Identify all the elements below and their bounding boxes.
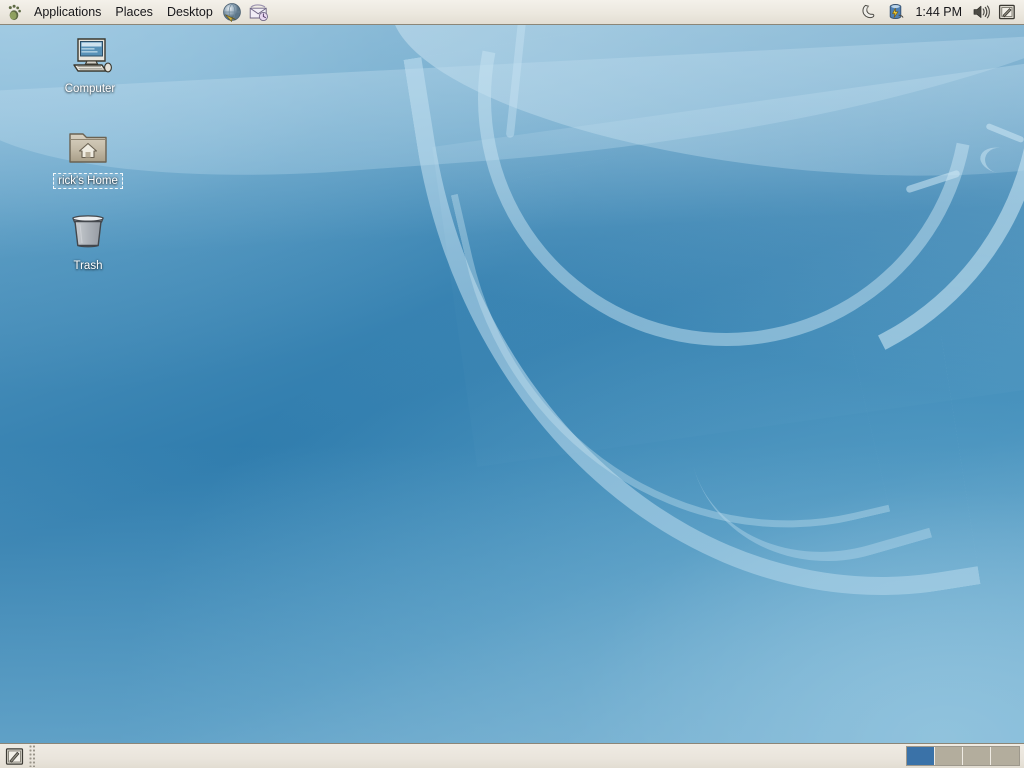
desktop-icon-computer-label: Computer: [64, 83, 116, 95]
top-panel-right-section: 1:44 PM: [857, 0, 1024, 24]
email-icon[interactable]: [247, 1, 271, 24]
top-panel-left-section: Applications Places Desktop: [0, 0, 272, 24]
show-desktop-button[interactable]: [2, 744, 26, 768]
volume-icon[interactable]: [968, 1, 994, 23]
menu-applications[interactable]: Applications: [27, 0, 108, 24]
workspace-1[interactable]: [907, 747, 935, 765]
mouse-icon[interactable]: [857, 1, 883, 23]
home-folder-icon: [64, 122, 112, 170]
bottom-panel: [0, 743, 1024, 768]
menu-places-label: Places: [115, 4, 153, 19]
desktop-icon-area[interactable]: Computer rick's Home Trash: [0, 25, 1024, 743]
menu-desktop-label: Desktop: [166, 4, 213, 19]
desktop-icon-computer[interactable]: Computer: [42, 30, 138, 97]
computer-icon: [66, 30, 114, 78]
top-panel: Applications Places Desktop 1:44 PM: [0, 0, 1024, 25]
workspace-switcher[interactable]: [906, 746, 1020, 766]
menu-applications-label: Applications: [34, 4, 102, 19]
workspace-4[interactable]: [991, 747, 1019, 765]
menu-places[interactable]: Places: [108, 0, 160, 24]
web-browser-icon[interactable]: [221, 1, 245, 24]
workspace-2[interactable]: [935, 747, 963, 765]
window-list[interactable]: [39, 745, 906, 767]
gnome-foot-icon[interactable]: [4, 1, 26, 23]
desktop-screen: Applications Places Desktop 1:44 PM Comp…: [0, 0, 1024, 768]
desktop-icon-home[interactable]: rick's Home: [40, 122, 136, 189]
display-icon[interactable]: [994, 1, 1020, 23]
update-manager-icon[interactable]: [883, 1, 909, 23]
clock[interactable]: 1:44 PM: [909, 5, 968, 19]
panel-drag-handle[interactable]: [29, 745, 36, 767]
menu-desktop[interactable]: Desktop: [160, 0, 220, 24]
desktop-icon-trash[interactable]: Trash: [40, 207, 136, 274]
desktop-icon-home-label: rick's Home: [53, 173, 123, 189]
top-panel-spacer: [272, 0, 858, 24]
desktop-icon-trash-label: Trash: [73, 260, 103, 272]
trash-icon: [64, 207, 112, 255]
workspace-3[interactable]: [963, 747, 991, 765]
